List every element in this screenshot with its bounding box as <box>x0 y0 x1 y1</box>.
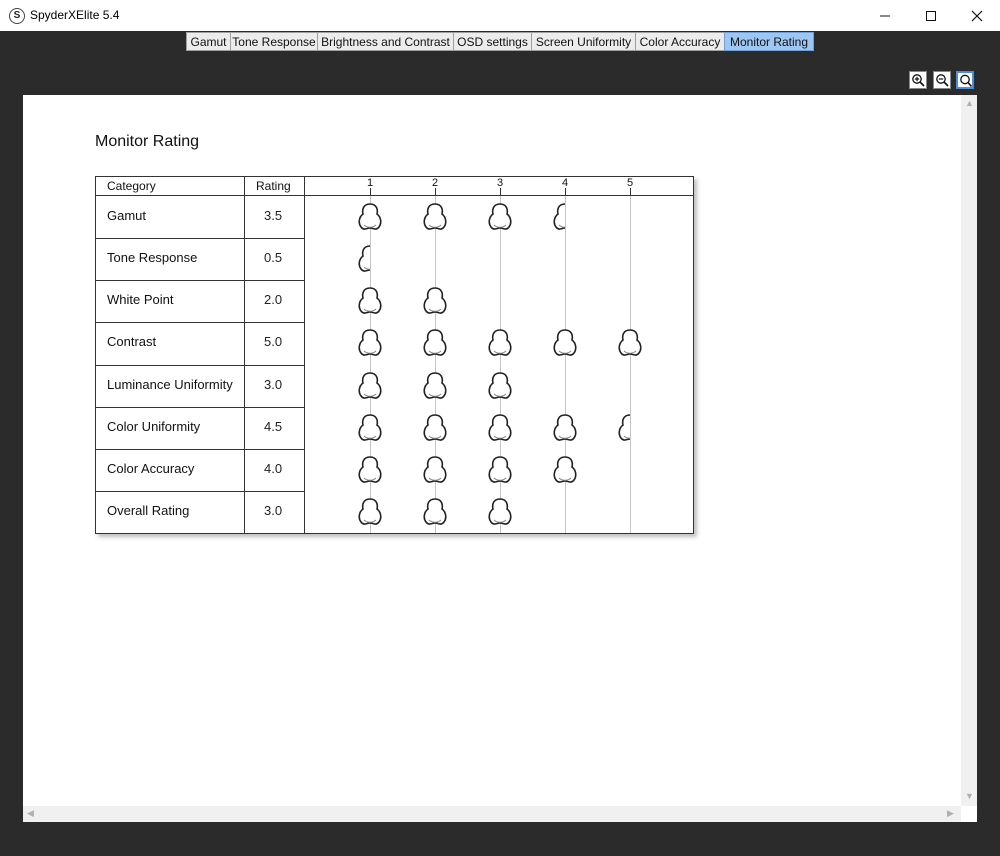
header-rating: Rating <box>256 179 291 193</box>
row-divider <box>96 280 305 282</box>
zoom-out-icon <box>936 74 949 87</box>
maximize-icon <box>926 10 936 21</box>
rating-knob-icon <box>358 413 382 441</box>
scale-gridline <box>630 196 631 533</box>
scroll-left-icon[interactable]: ◀ <box>27 808 34 819</box>
row-divider <box>96 364 305 366</box>
rating-knob-icon <box>488 203 512 230</box>
scale-tick <box>370 188 371 195</box>
tab-monitor-rating[interactable]: Monitor Rating <box>724 32 814 51</box>
rating-knob-icon <box>488 371 512 399</box>
rating-knob-icon <box>488 456 512 483</box>
rating-knob-icon <box>358 371 382 399</box>
rating-knob-icon <box>423 413 447 441</box>
rating-value: 0.5 <box>264 250 283 266</box>
minimize-icon <box>880 15 890 16</box>
scale-tick <box>500 188 501 195</box>
rating-knob-icon <box>358 287 382 315</box>
rating-value: 5.0 <box>264 334 283 350</box>
rating-value: 3.0 <box>264 376 283 392</box>
row-divider <box>96 448 305 450</box>
category-label: Color Uniformity <box>107 418 201 434</box>
category-label: Gamut <box>107 208 147 224</box>
rating-knob-icon <box>423 498 447 525</box>
window-title: SpyderXElite 5.4 <box>30 8 120 22</box>
report-title: Monitor Rating <box>95 133 200 150</box>
rating-knob-icon <box>423 203 447 230</box>
rating-value: 2.0 <box>264 292 283 308</box>
title-bar: S SpyderXElite 5.4 <box>0 0 1000 31</box>
row-divider <box>96 238 305 240</box>
rating-table: Category Rating 1 2 3 4 5 Gamut 3.5 Tone Respon… <box>95 176 694 534</box>
category-label: Tone Response <box>107 250 198 266</box>
header-divider <box>96 195 693 196</box>
scale-tick <box>630 188 631 195</box>
tab-screen-uniformity[interactable]: Screen Uniformity <box>531 32 636 51</box>
close-button[interactable] <box>954 0 1000 31</box>
scale-tick <box>565 188 566 195</box>
scroll-up-icon[interactable]: ▲ <box>965 98 974 108</box>
rating-value: 4.5 <box>264 418 283 434</box>
rating-knob-icon <box>553 329 577 357</box>
tab-color-accuracy[interactable]: Color Accuracy <box>635 32 725 51</box>
row-divider <box>96 490 305 492</box>
zoom-in-button[interactable] <box>909 71 927 89</box>
half-rating-knob-icon <box>553 203 565 230</box>
rating-knob-icon <box>423 456 447 483</box>
rating-value: 3.0 <box>264 502 283 518</box>
maximize-button[interactable] <box>908 0 954 31</box>
row-divider <box>96 406 305 408</box>
column-divider <box>244 177 245 533</box>
rating-knob-icon <box>553 413 577 441</box>
rating-value: 3.5 <box>264 208 283 224</box>
scroll-right-icon[interactable]: ▶ <box>947 808 954 819</box>
vertical-scrollbar[interactable]: ▲ ▼ <box>961 95 977 806</box>
rating-knob-icon <box>488 498 512 525</box>
zoom-fit-icon <box>960 74 973 88</box>
scale-tick <box>435 188 436 195</box>
rating-knob-icon <box>358 498 382 525</box>
tab-brightness-contrast[interactable]: Brightness and Contrast <box>317 32 454 51</box>
rating-knob-icon <box>358 203 382 230</box>
minimize-button[interactable] <box>862 0 908 31</box>
half-rating-knob-icon <box>618 413 630 441</box>
rating-knob-icon <box>488 413 512 441</box>
category-label: Overall Rating <box>107 502 190 518</box>
rating-knob-icon <box>423 329 447 357</box>
category-label: White Point <box>107 292 174 308</box>
app-icon: S <box>9 8 25 24</box>
rating-knob-icon <box>423 287 447 315</box>
rating-knob-icon <box>553 456 577 483</box>
tab-bar: Gamut Tone Response Brightness and Contr… <box>0 31 1000 53</box>
header-category: Category <box>107 179 156 193</box>
category-label: Contrast <box>107 334 157 350</box>
tab-osd-settings[interactable]: OSD settings <box>453 32 532 51</box>
close-icon <box>971 10 983 21</box>
rating-knob-icon <box>423 371 447 399</box>
category-label: Color Accuracy <box>107 460 195 476</box>
rating-value: 4.0 <box>264 460 283 476</box>
rating-knob-icon <box>488 329 512 357</box>
row-divider <box>96 322 305 324</box>
category-label: Luminance Uniformity <box>107 376 233 392</box>
zoom-in-icon <box>912 74 925 87</box>
rating-knob-icon <box>358 329 382 357</box>
scroll-down-icon[interactable]: ▼ <box>965 791 974 801</box>
tab-tone-response[interactable]: Tone Response <box>230 32 318 51</box>
half-rating-knob-icon <box>358 245 370 273</box>
horizontal-scrollbar[interactable]: ◀ ▶ <box>23 806 961 822</box>
zoom-out-button[interactable] <box>933 71 951 89</box>
rating-knob-icon <box>358 456 382 483</box>
tab-gamut[interactable]: Gamut <box>186 32 231 51</box>
column-divider <box>304 177 305 533</box>
rating-knob-icon <box>618 329 642 357</box>
zoom-fit-button[interactable] <box>956 71 974 89</box>
